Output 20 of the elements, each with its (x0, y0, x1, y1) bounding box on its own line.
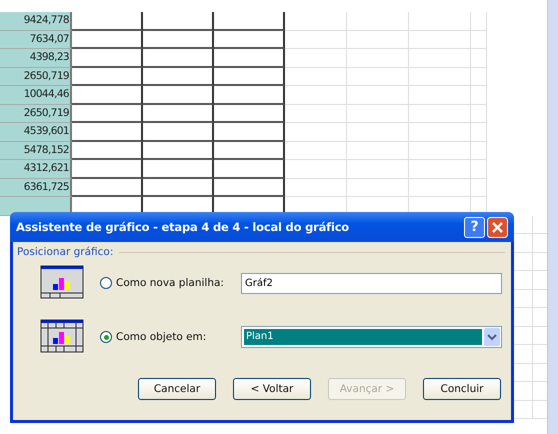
dialog-button[interactable]: Concluir (423, 378, 501, 400)
dialog-button[interactable]: < Voltar (233, 378, 311, 400)
table-cell: 2650,719 (0, 68, 72, 86)
table-cell: 5478,152 (0, 142, 72, 160)
table-cell: 10044,46 (0, 86, 72, 104)
dialog-button[interactable]: Cancelar (138, 378, 216, 400)
window-title: Assistente de gráfico - etapa 4 de 4 - local do gráfico (16, 220, 350, 234)
option-label[interactable]: Como nova planilha: (116, 277, 224, 289)
table-cell: 6361,725 (0, 178, 72, 197)
table-cell: 4312,621 (0, 160, 72, 178)
table-cell: 7634,07 (0, 30, 72, 49)
table-cell: 4398,23 (0, 49, 72, 68)
help-button[interactable]: ? (464, 216, 485, 238)
option-label[interactable]: Como objeto em: (116, 331, 206, 343)
section-label: Posicionar gráfico: (17, 246, 114, 258)
table-cell: 4539,601 (0, 123, 72, 142)
table-cell: 9424,778 (0, 12, 72, 30)
input-field[interactable]: Gráf2 (241, 272, 502, 294)
dropdown[interactable]: Plan1 (241, 326, 502, 348)
table-cell: 2650,719 (0, 104, 72, 123)
